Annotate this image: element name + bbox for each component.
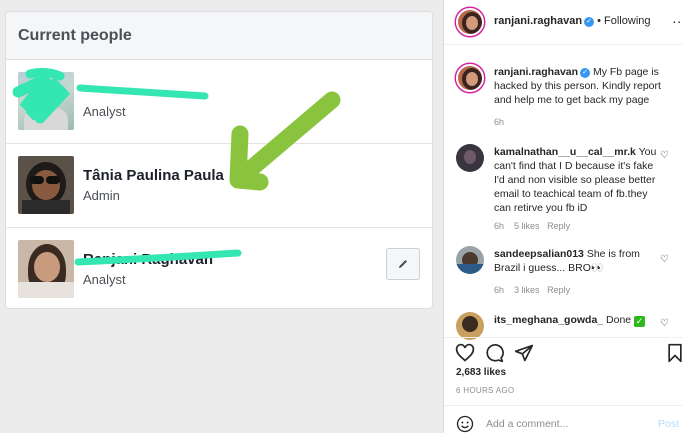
like-comment-heart-icon[interactable]: ♡: [660, 318, 669, 329]
comment: sandeepsalian013 She is from Brazil i gu…: [494, 247, 664, 275]
dot-separator: •: [597, 15, 601, 27]
like-comment-heart-icon[interactable]: ♡: [660, 150, 669, 161]
caption-username[interactable]: ranjani.raghavan: [494, 66, 578, 78]
verified-badge-icon: ✓: [580, 68, 591, 78]
person-avatar[interactable]: [18, 240, 74, 298]
person-role: Analyst: [83, 104, 126, 119]
reply-button[interactable]: Reply: [547, 285, 570, 295]
comment-icon[interactable]: [484, 343, 504, 363]
caption-avatar[interactable]: [456, 64, 484, 92]
comment-text: Done: [606, 314, 632, 326]
commenter-avatar[interactable]: [456, 144, 484, 172]
caption: ranjani.raghavan ✓ My Fb page is hacked b…: [494, 65, 666, 107]
person-row: Tânia Paulina Paula Admin: [6, 144, 432, 228]
person-row: Analyst: [6, 60, 432, 144]
comment-likes[interactable]: 3 likes: [514, 285, 540, 295]
person-role: Admin: [83, 188, 120, 203]
commenter-avatar[interactable]: [456, 312, 484, 340]
comment-time: 6h: [494, 285, 505, 295]
likes-count[interactable]: 2,683 likes: [456, 367, 506, 378]
person-role: Analyst: [83, 272, 126, 287]
comment-meta: 6h 5 likes Reply: [494, 221, 570, 231]
person-row: Ranjani Raghavan Analyst: [6, 228, 432, 308]
instagram-post-panel: ranjani.raghavan✓ • Following ... ranjan…: [444, 0, 683, 433]
add-comment-bar: Add a comment... Post: [444, 405, 683, 433]
following-button[interactable]: Following: [604, 15, 650, 27]
comment-time: 6h: [494, 221, 505, 231]
more-options-icon[interactable]: ...: [672, 10, 683, 26]
share-icon[interactable]: [514, 343, 534, 363]
check-mark-emoji: ✓: [634, 316, 646, 327]
comment-likes[interactable]: 5 likes: [514, 221, 540, 231]
current-people-card: Current people Analyst Tânia Paulina Pau…: [5, 11, 433, 309]
author-username[interactable]: ranjani.raghavan: [494, 15, 582, 27]
like-comment-heart-icon[interactable]: ♡: [660, 254, 669, 265]
post-time-ago: 6 HOURS AGO: [456, 386, 515, 395]
post-actions: [444, 337, 683, 365]
facebook-page-roles-panel: Current people Analyst Tânia Paulina Pau…: [0, 0, 443, 433]
edit-role-button[interactable]: [386, 248, 420, 280]
person-name[interactable]: Ranjani Raghavan: [83, 251, 213, 268]
comment: kamalnathan__u__cal__mr.k You can't find…: [494, 145, 664, 215]
emoji-icon[interactable]: [456, 415, 474, 433]
post-header: ranjani.raghavan✓ • Following ...: [444, 0, 683, 45]
bookmark-icon[interactable]: [666, 343, 683, 363]
comment-username[interactable]: kamalnathan__u__cal__mr.k: [494, 146, 636, 158]
reply-button[interactable]: Reply: [547, 221, 570, 231]
comment-meta: 6h 3 likes Reply: [494, 285, 570, 295]
card-title: Current people: [18, 27, 132, 44]
commenter-avatar[interactable]: [456, 246, 484, 274]
card-header: Current people: [6, 12, 432, 60]
heart-icon[interactable]: [455, 343, 475, 363]
caption-time: 6h: [494, 117, 505, 127]
pencil-icon: [399, 260, 407, 268]
person-avatar[interactable]: [18, 72, 74, 130]
comment-username[interactable]: its_meghana_gowda_: [494, 314, 603, 326]
comment: its_meghana_gowda_ Done ✓: [494, 313, 664, 327]
comment-username[interactable]: sandeepsalian013: [494, 248, 584, 260]
header-line: ranjani.raghavan ✓ • Following: [494, 15, 651, 27]
person-avatar[interactable]: [18, 156, 74, 214]
eyes-emoji: 👀: [590, 262, 604, 274]
verified-badge-icon: ✓: [584, 17, 595, 27]
author-avatar[interactable]: [456, 8, 484, 36]
post-comment-button[interactable]: Post: [658, 418, 679, 430]
add-comment-input[interactable]: Add a comment...: [486, 418, 568, 430]
person-name[interactable]: Tânia Paulina Paula: [83, 167, 224, 184]
